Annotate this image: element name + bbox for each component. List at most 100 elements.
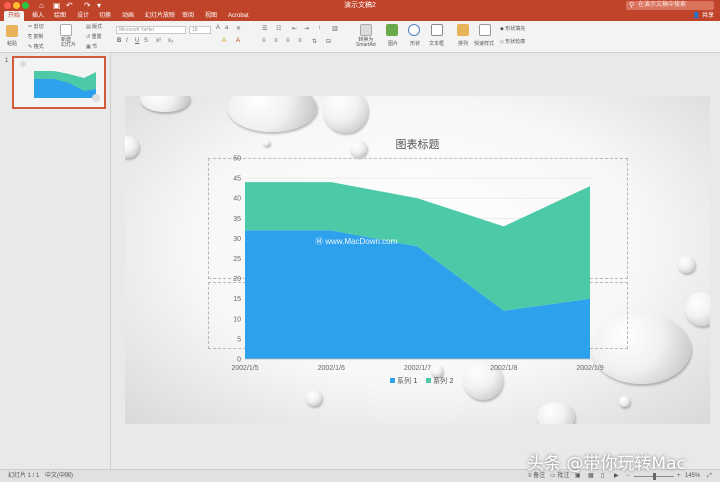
cut-button[interactable]: ✂ 剪切 bbox=[28, 23, 44, 30]
title-bar: ⌂ ▣ ↶ ↷ ▾ 演示文稿2 ⚲ 在演示文稿中搜索 bbox=[0, 0, 720, 11]
slide-canvas[interactable]: 图表标题 0 5 10 15 20 25 30 35 40 45 50 2002/1/5 2002/1/… bbox=[125, 96, 710, 424]
numbering-icon[interactable]: ☷ bbox=[276, 25, 281, 32]
shape-icon[interactable] bbox=[408, 24, 420, 36]
area-chart[interactable]: 0 5 10 15 20 25 30 35 40 45 50 2002/1/5 2002/1/6 2002… bbox=[125, 96, 710, 424]
subscript-icon[interactable]: x₂ bbox=[168, 38, 173, 44]
new-slide-label[interactable]: 新建 幻灯片 bbox=[61, 38, 81, 48]
tab-transitions[interactable]: 切换 bbox=[95, 11, 115, 21]
textbox-label[interactable]: 文本框 bbox=[429, 40, 444, 47]
y-tick-label: 35 bbox=[233, 216, 241, 223]
increase-font-icon[interactable]: A bbox=[216, 25, 220, 31]
font-size-select[interactable]: 18 bbox=[189, 26, 211, 34]
tab-home[interactable]: 开始 bbox=[4, 11, 25, 21]
align-left-icon[interactable]: ≡ bbox=[262, 38, 266, 44]
x-tick-label: 2002/1/7 bbox=[404, 365, 431, 372]
underline-icon[interactable]: U bbox=[135, 38, 139, 44]
section-button[interactable]: ▦ 节 bbox=[86, 43, 97, 50]
smartart-icon[interactable] bbox=[360, 24, 372, 36]
picture-label[interactable]: 图片 bbox=[388, 40, 398, 47]
paste-icon[interactable] bbox=[6, 25, 18, 37]
layout-button[interactable]: ▤ 版式 bbox=[86, 23, 102, 30]
y-tick-label: 10 bbox=[233, 316, 241, 323]
copy-label: 复制 bbox=[33, 34, 44, 40]
tab-slideshow[interactable]: 幻灯片放映 bbox=[141, 11, 179, 21]
y-tick-label: 45 bbox=[233, 176, 241, 183]
picture-icon[interactable] bbox=[386, 24, 398, 36]
search-input[interactable]: ⚲ 在演示文稿中搜索 bbox=[626, 1, 714, 10]
y-tick-label: 0 bbox=[237, 357, 241, 364]
y-tick-label: 25 bbox=[233, 256, 241, 263]
tab-view[interactable]: 视图 bbox=[201, 11, 221, 21]
align-center-icon[interactable]: ≡ bbox=[274, 38, 278, 44]
y-tick-label: 40 bbox=[233, 196, 241, 203]
language-indicator[interactable]: 中文(中国) bbox=[45, 470, 73, 482]
shape-label[interactable]: 形状 bbox=[410, 40, 420, 47]
y-tick-label: 15 bbox=[233, 296, 241, 303]
align-right-icon[interactable]: ≡ bbox=[286, 38, 290, 44]
highlight-color-icon[interactable]: A bbox=[222, 38, 226, 44]
columns-icon[interactable]: ▥ bbox=[332, 25, 338, 32]
share-button[interactable]: 👤 共享 bbox=[693, 11, 714, 21]
search-placeholder: 在演示文稿中搜索 bbox=[638, 2, 687, 8]
shape-fill-label: 形状填充 bbox=[505, 26, 526, 32]
format-painter-button[interactable]: ✎ 格式 bbox=[28, 43, 44, 50]
user-icon: 👤 bbox=[692, 13, 701, 19]
tab-review[interactable]: 审阅 bbox=[178, 11, 198, 21]
copy-button[interactable]: ⎘ 复制 bbox=[28, 33, 43, 40]
arrange-label[interactable]: 排列 bbox=[458, 40, 468, 47]
text-direction-icon[interactable]: ⇅ bbox=[312, 38, 317, 45]
arrange-icon[interactable] bbox=[457, 24, 469, 36]
textbox-icon[interactable] bbox=[431, 24, 443, 36]
strikethrough-icon[interactable]: S bbox=[144, 38, 148, 44]
share-label: 共享 bbox=[701, 13, 714, 19]
y-tick-label: 20 bbox=[233, 276, 241, 283]
line-spacing-icon[interactable]: ↕ bbox=[318, 25, 321, 31]
tab-draw[interactable]: 绘图 bbox=[50, 11, 70, 21]
quick-styles-icon[interactable] bbox=[479, 24, 491, 36]
indent-decrease-icon[interactable]: ⇤ bbox=[292, 25, 297, 32]
decrease-font-icon[interactable]: a bbox=[225, 25, 228, 31]
shape-fill-button[interactable]: ◆ 形状填充 bbox=[500, 25, 525, 32]
cut-label: 剪切 bbox=[33, 24, 44, 30]
document-title: 演示文稿2 bbox=[344, 2, 376, 9]
new-slide-icon[interactable] bbox=[60, 24, 72, 36]
zoom-slider-knob[interactable] bbox=[653, 473, 656, 480]
overlay-watermark: 头条 @带你玩转Mac bbox=[527, 454, 686, 474]
reset-button[interactable]: ↺ 重置 bbox=[86, 33, 102, 40]
y-tick-label: 30 bbox=[233, 236, 241, 243]
font-color-icon[interactable]: A bbox=[236, 38, 240, 44]
slide-thumbnails-panel: 1 bbox=[0, 53, 111, 469]
search-icon: ⚲ bbox=[629, 2, 635, 9]
bold-icon[interactable]: B bbox=[117, 38, 121, 44]
clear-format-icon[interactable]: ✕ bbox=[236, 25, 241, 32]
tab-insert[interactable]: 插入 bbox=[28, 11, 48, 21]
align-text-icon[interactable]: ⊟ bbox=[326, 38, 331, 45]
format-label: 格式 bbox=[33, 44, 44, 50]
tab-design[interactable]: 设计 bbox=[73, 11, 93, 21]
y-tick-label: 5 bbox=[237, 336, 241, 343]
slide-counter: 幻灯片 1 / 1 bbox=[8, 473, 40, 479]
x-tick-label: 2002/1/8 bbox=[490, 365, 517, 372]
macdown-watermark: Ⓜ www.MacDown.com bbox=[315, 236, 397, 247]
italic-icon[interactable]: I bbox=[126, 38, 128, 44]
legend-label: 系列 2 bbox=[433, 376, 454, 385]
tab-acrobat[interactable]: Acrobat bbox=[224, 11, 253, 21]
indent-increase-icon[interactable]: ⇥ bbox=[304, 25, 309, 32]
slide-thumbnail[interactable] bbox=[12, 56, 106, 109]
fit-to-window-icon[interactable]: ⤢ bbox=[707, 470, 712, 482]
bullets-icon[interactable]: ☰ bbox=[262, 25, 267, 32]
macdown-watermark-text: www.MacDown.com bbox=[325, 237, 398, 246]
font-name-select[interactable]: Microsoft YaHei bbox=[116, 26, 186, 34]
justify-icon[interactable]: ≡ bbox=[298, 38, 302, 44]
shape-outline-button[interactable]: ◇ 形状轮廓 bbox=[500, 38, 525, 45]
tab-animations[interactable]: 动画 bbox=[118, 11, 138, 21]
legend-label: 系列 1 bbox=[397, 376, 418, 385]
convert-smartart-label[interactable]: 转换为 SmartArt bbox=[356, 38, 376, 48]
zoom-level[interactable]: 145% bbox=[685, 470, 700, 482]
quick-styles-label[interactable]: 快速样式 bbox=[474, 40, 494, 47]
paste-label[interactable]: 粘贴 bbox=[7, 40, 17, 47]
superscript-icon[interactable]: x² bbox=[156, 38, 161, 44]
reset-label: 重置 bbox=[91, 34, 102, 40]
shape-outline-label: 形状轮廓 bbox=[505, 39, 526, 45]
y-tick-label: 50 bbox=[233, 156, 241, 163]
